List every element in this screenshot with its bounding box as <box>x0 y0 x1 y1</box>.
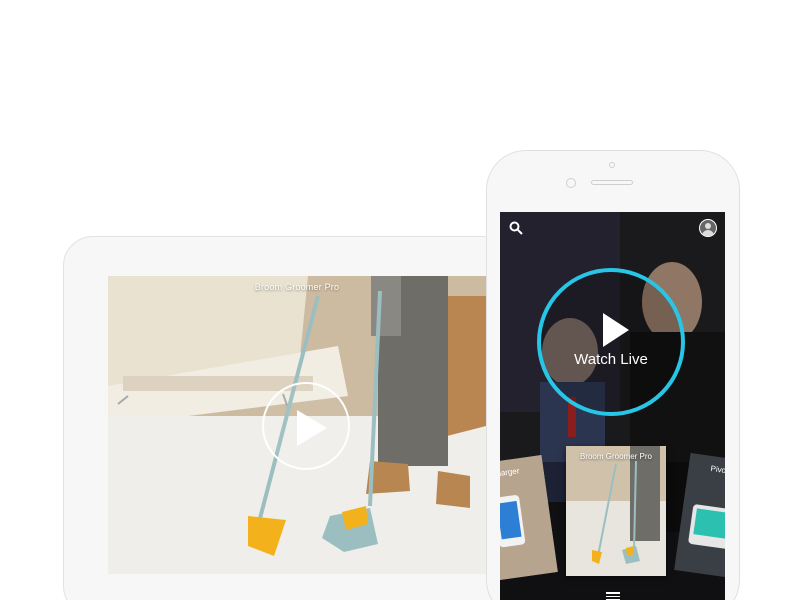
carousel-card-title: Broom Groomer Pro <box>579 452 653 461</box>
play-button[interactable] <box>262 382 350 470</box>
tablet-video-player[interactable]: Broom Groomer Pro <box>108 276 486 574</box>
phone-camera <box>609 162 615 168</box>
menu-icon[interactable] <box>606 592 620 600</box>
play-icon <box>297 410 327 446</box>
play-icon <box>603 313 629 347</box>
carousel-card-active[interactable]: Broom Groomer Pro <box>566 446 666 576</box>
avatar[interactable] <box>699 219 717 237</box>
search-icon[interactable] <box>509 221 523 235</box>
phone-speaker <box>591 180 633 185</box>
video-title: Broom Groomer Pro <box>254 282 340 292</box>
watch-live-label: Watch Live <box>574 351 648 368</box>
product-showcase: Broom Groomer Pro Watch Live Charger Bro… <box>0 0 800 600</box>
phone-screen: Watch Live Charger Broom Groomer Pro Piv… <box>500 212 725 600</box>
phone-sensor <box>566 178 576 188</box>
